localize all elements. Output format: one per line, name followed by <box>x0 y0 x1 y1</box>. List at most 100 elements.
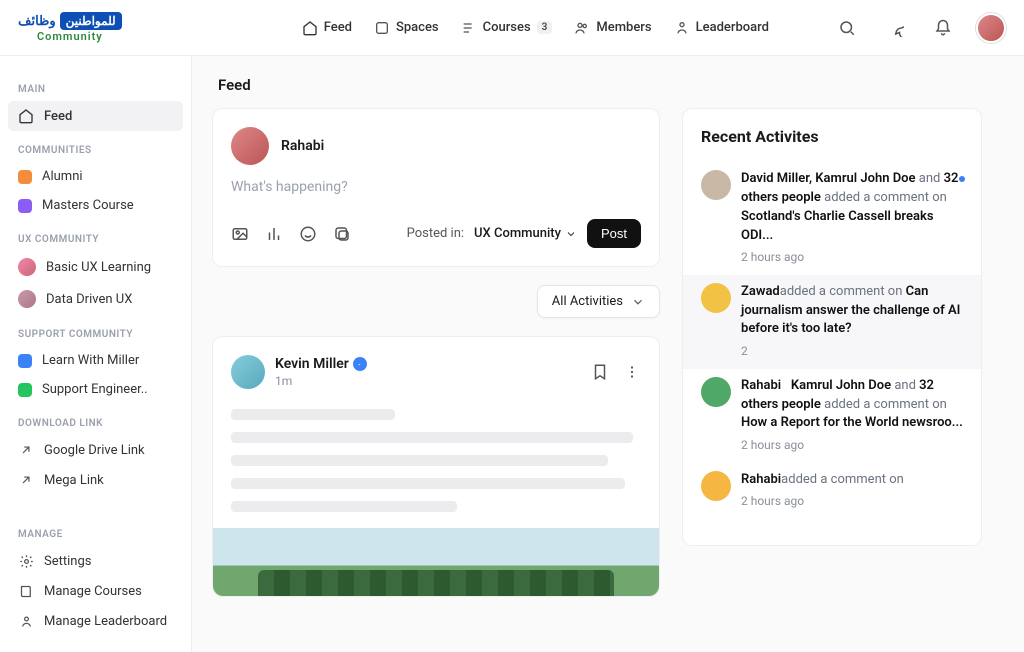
external-link-icon <box>18 472 34 488</box>
bookmark-button[interactable] <box>591 363 609 381</box>
composer-avatar <box>231 127 269 165</box>
sidebar-item-label: Manage Courses <box>44 584 142 599</box>
leaderboard-icon <box>674 20 690 36</box>
notifications-button[interactable] <box>928 13 958 43</box>
main-content: Feed Rahabi What's happening? <box>192 56 1024 652</box>
sidebar-item-label: Masters Course <box>42 198 134 213</box>
post-author[interactable]: Kevin Miller <box>275 356 367 372</box>
chevron-down-icon <box>565 228 577 240</box>
community-icon <box>18 354 32 368</box>
more-button[interactable] <box>623 363 641 381</box>
home-icon <box>302 20 318 36</box>
search-button[interactable] <box>832 13 862 43</box>
bell-icon <box>934 19 952 37</box>
community-icon <box>18 383 32 397</box>
sidebar-item-settings[interactable]: Settings <box>8 546 183 576</box>
activity-item[interactable]: Rahabi Kamrul John Doe and 32 others peo… <box>701 369 963 463</box>
nav-members-label: Members <box>596 20 651 35</box>
activity-item[interactable]: Zawadadded a comment on Can journalism a… <box>683 275 981 369</box>
home-icon <box>18 108 34 124</box>
attachment-icon[interactable] <box>333 225 351 243</box>
sidebar-item-label: Manage Leaderboard <box>44 614 167 629</box>
sidebar-item-label: Settings <box>44 554 91 569</box>
sidebar-item-label: Basic UX Learning <box>46 260 151 275</box>
post-avatar[interactable] <box>231 355 265 389</box>
community-avatar-icon <box>18 258 36 276</box>
book-icon <box>18 583 34 599</box>
sidebar-header-manage: MANAGE <box>8 523 183 546</box>
community-icon <box>18 170 32 184</box>
sidebar-header-download: DOWNLOAD LINK <box>8 412 183 435</box>
nav-leaderboard[interactable]: Leaderboard <box>674 20 769 36</box>
composer-input[interactable]: What's happening? <box>231 179 641 195</box>
logo-pill: للمواطنين <box>60 12 122 30</box>
nav-members[interactable]: Members <box>574 20 651 36</box>
activity-body: Rahabiadded a comment on2 hours ago <box>741 471 904 511</box>
sidebar: MAIN Feed COMMUNITIES Alumni Masters Cou… <box>0 56 192 652</box>
poll-icon[interactable] <box>265 225 283 243</box>
sidebar-item-manage-leaderboard[interactable]: Manage Leaderboard <box>8 606 183 636</box>
chevron-down-icon <box>631 295 645 309</box>
recent-activities-panel: Recent Activites David Miller, Kamrul Jo… <box>682 108 982 546</box>
image-icon[interactable] <box>231 225 249 243</box>
bookmark-icon <box>591 363 609 381</box>
activity-body: Zawadadded a comment on Can journalism a… <box>741 283 963 361</box>
spaces-icon <box>374 20 390 36</box>
sidebar-item-label: Mega Link <box>44 473 104 488</box>
nav-feed[interactable]: Feed <box>302 20 352 36</box>
sidebar-item-manage-courses[interactable]: Manage Courses <box>8 576 183 606</box>
nav-courses-label: Courses <box>483 20 531 35</box>
activity-body: David Miller, Kamrul John Doe and 32 oth… <box>741 170 963 267</box>
sidebar-item-mega[interactable]: Mega Link <box>8 465 183 495</box>
posted-in-select[interactable]: UX Community <box>474 226 577 241</box>
composer-card: Rahabi What's happening? Posted in: <box>212 108 660 267</box>
sidebar-item-label: Google Drive Link <box>44 443 145 458</box>
courses-badge: 3 <box>537 21 553 34</box>
activity-body: Rahabi Kamrul John Doe and 32 others peo… <box>741 377 963 455</box>
activity-item[interactable]: David Miller, Kamrul John Doe and 32 oth… <box>701 162 963 275</box>
nav-spaces-label: Spaces <box>396 20 439 35</box>
external-link-icon <box>18 442 34 458</box>
person-icon <box>18 613 34 629</box>
gear-icon <box>18 553 34 569</box>
composer-name: Rahabi <box>281 138 324 154</box>
post-image[interactable] <box>213 528 659 596</box>
sidebar-header-main: MAIN <box>8 78 183 101</box>
sidebar-header-support: SUPPORT COMMUNITY <box>8 323 183 346</box>
activity-filter[interactable]: All Activities <box>537 285 660 318</box>
sidebar-item-data-ux[interactable]: Data Driven UX <box>8 283 183 315</box>
community-avatar-icon <box>18 290 36 308</box>
search-icon <box>838 19 856 37</box>
verified-icon <box>353 357 367 371</box>
nav-leaderboard-label: Leaderboard <box>696 20 769 35</box>
user-avatar[interactable] <box>976 13 1006 43</box>
activity-avatar <box>701 471 731 501</box>
messages-button[interactable] <box>880 13 910 43</box>
sidebar-item-alumni[interactable]: Alumni <box>8 162 183 191</box>
page-title: Feed <box>192 56 1024 108</box>
sidebar-item-masters[interactable]: Masters Course <box>8 191 183 220</box>
nav-feed-label: Feed <box>324 20 352 35</box>
emoji-icon[interactable] <box>299 225 317 243</box>
members-icon <box>574 20 590 36</box>
activity-item[interactable]: Rahabiadded a comment on2 hours ago <box>701 463 963 519</box>
sidebar-item-basic-ux[interactable]: Basic UX Learning <box>8 251 183 283</box>
post-time: 1m <box>275 374 367 388</box>
more-vertical-icon <box>623 363 641 381</box>
feed-post: Kevin Miller 1m <box>212 336 660 597</box>
activity-avatar <box>701 283 731 313</box>
sidebar-item-label: Learn With Miller <box>42 353 139 368</box>
sidebar-item-gdrive[interactable]: Google Drive Link <box>8 435 183 465</box>
sidebar-header-communities: COMMUNITIES <box>8 139 183 162</box>
logo[interactable]: وظائف للمواطنين Community <box>18 12 122 43</box>
filter-label: All Activities <box>552 294 623 309</box>
posted-in-label: Posted in: <box>407 226 464 241</box>
post-button[interactable]: Post <box>587 219 641 248</box>
sidebar-item-feed[interactable]: Feed <box>8 101 183 131</box>
sidebar-item-support-eng[interactable]: Support Engineer.. <box>8 375 183 404</box>
community-icon <box>18 199 32 213</box>
sidebar-header-ux: UX COMMUNITY <box>8 228 183 251</box>
nav-spaces[interactable]: Spaces <box>374 20 439 36</box>
nav-courses[interactable]: Courses 3 <box>461 20 553 36</box>
sidebar-item-learn-miller[interactable]: Learn With Miller <box>8 346 183 375</box>
